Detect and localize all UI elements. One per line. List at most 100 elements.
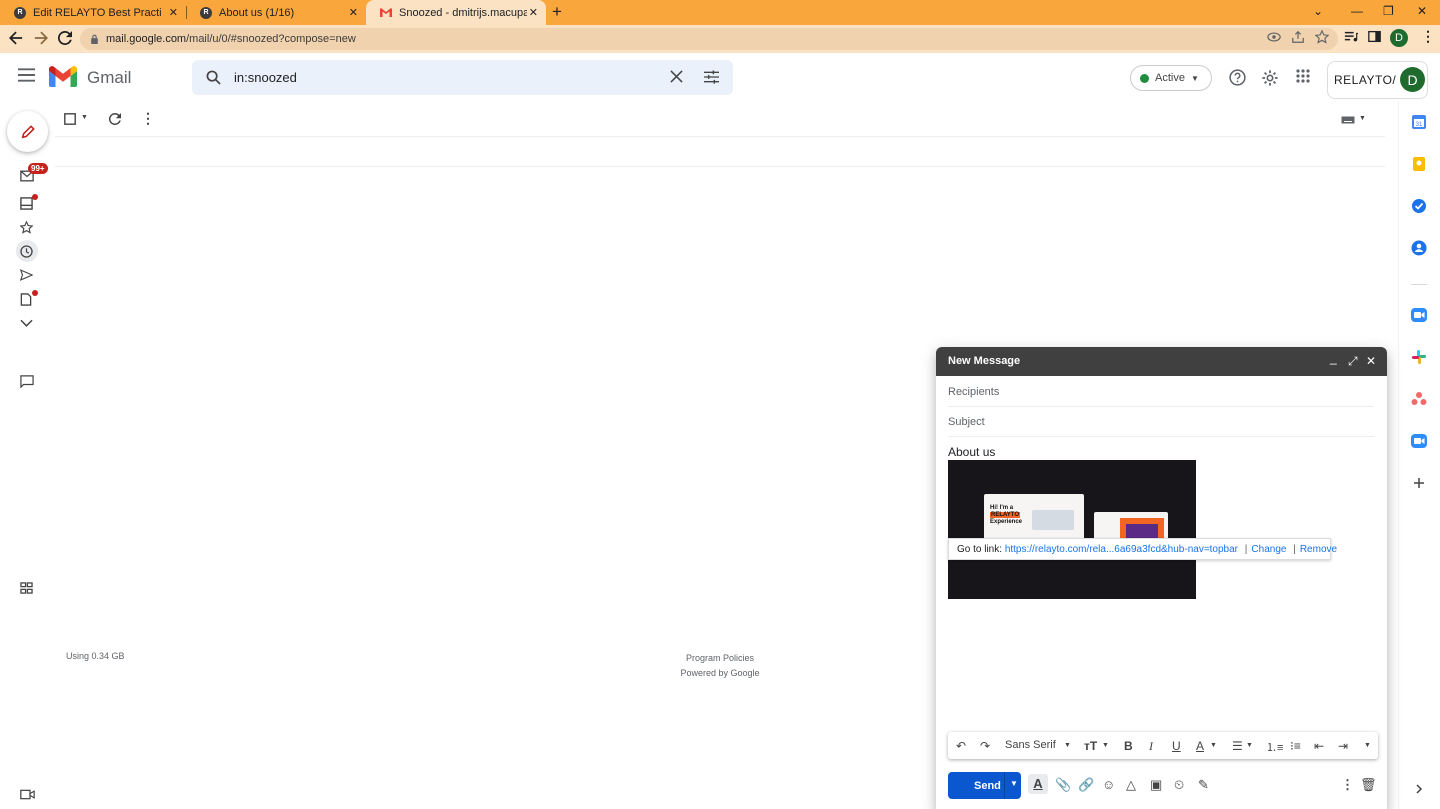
spaces-grid-icon[interactable] xyxy=(20,582,33,594)
minimize-compose-icon[interactable]: _ xyxy=(1330,351,1337,365)
more-formatting-chevron-icon[interactable]: ▼ xyxy=(1364,742,1371,749)
signature-pen-icon[interactable]: ✎ xyxy=(1198,777,1209,793)
add-addon-plus-icon[interactable] xyxy=(1410,474,1428,492)
account-switcher[interactable]: RELAYTO/ D xyxy=(1327,61,1428,99)
google-drive-icon[interactable]: △ xyxy=(1126,777,1136,793)
reload-icon[interactable] xyxy=(58,31,72,45)
underline-icon[interactable]: U xyxy=(1172,739,1181,753)
drafts-icon[interactable] xyxy=(20,293,32,306)
share-icon[interactable] xyxy=(1291,30,1305,44)
tab-search-chevron-icon[interactable]: ⌄ xyxy=(1313,4,1323,18)
fullscreen-compose-icon[interactable]: ⤢ xyxy=(1348,354,1358,369)
align-chevron-icon[interactable]: ▼ xyxy=(1246,742,1253,749)
contacts-icon[interactable] xyxy=(1410,239,1428,257)
starred-icon[interactable] xyxy=(20,221,33,234)
insert-photo-icon[interactable]: ▣ xyxy=(1150,777,1162,793)
main-menu-icon[interactable] xyxy=(18,68,35,82)
italic-icon[interactable]: I xyxy=(1149,739,1153,754)
numbered-list-icon[interactable]: ⒈≡ xyxy=(1266,739,1283,755)
zoom-icon[interactable] xyxy=(1410,432,1428,450)
font-dropdown-chevron-icon[interactable]: ▼ xyxy=(1064,742,1071,749)
indent-less-icon[interactable]: ⇤ xyxy=(1314,739,1324,753)
bulleted-list-icon[interactable]: ⁝≡ xyxy=(1290,739,1301,753)
recipients-field[interactable]: Recipients xyxy=(948,377,1374,407)
bold-icon[interactable]: B xyxy=(1124,739,1133,753)
embedded-image[interactable]: Hi! I'm a RELAYTO Experience xyxy=(948,460,1196,599)
font-family-select[interactable]: Sans Serif xyxy=(1005,739,1056,751)
snoozed-clock-icon[interactable] xyxy=(20,245,33,258)
more-chevron-down-icon[interactable] xyxy=(20,319,33,327)
browser-tab-about-us[interactable]: R About us (1/16) ✕ xyxy=(186,0,366,25)
hide-side-panel-chevron-icon[interactable] xyxy=(1410,780,1428,798)
close-tab-icon[interactable]: ✕ xyxy=(349,6,358,19)
browser-menu-icon[interactable]: ⋮ xyxy=(1421,28,1435,45)
close-tab-icon[interactable]: ✕ xyxy=(169,6,178,19)
insert-emoji-icon[interactable]: ☺ xyxy=(1102,777,1115,792)
attach-file-icon[interactable]: 📎 xyxy=(1055,777,1071,793)
chat-box-icon[interactable] xyxy=(20,197,33,210)
keep-icon[interactable] xyxy=(1410,155,1428,173)
zoom-icon[interactable] xyxy=(1410,306,1428,324)
search-bar[interactable]: in:snoozed xyxy=(192,60,733,95)
font-size-icon[interactable]: тT xyxy=(1084,739,1097,753)
input-tools-chevron-icon[interactable]: ▼ xyxy=(1359,115,1366,122)
discard-draft-trash-icon[interactable]: 🗑 xyxy=(1360,777,1377,793)
undo-icon[interactable]: ↶ xyxy=(956,739,966,753)
browser-tab-relayto-edit[interactable]: R Edit RELAYTO Best Practices for S ✕ xyxy=(0,0,186,25)
send-button[interactable]: Send ▼ xyxy=(948,772,1021,799)
confidential-mode-icon[interactable]: ⏲ xyxy=(1174,777,1184,793)
font-size-chevron-icon[interactable]: ▼ xyxy=(1102,742,1109,749)
text-color-icon[interactable]: A xyxy=(1196,739,1204,753)
account-avatar[interactable]: D xyxy=(1400,67,1425,92)
refresh-icon[interactable] xyxy=(109,113,121,125)
chat-icon[interactable] xyxy=(20,375,34,388)
media-list-icon[interactable] xyxy=(1344,30,1358,44)
close-tab-icon[interactable]: ✕ xyxy=(529,6,538,19)
new-tab-plus-icon[interactable]: + xyxy=(552,2,562,22)
align-icon[interactable]: ☰ xyxy=(1232,739,1243,753)
calendar-icon[interactable]: 31 xyxy=(1410,113,1428,131)
tasks-icon[interactable] xyxy=(1410,197,1428,215)
back-arrow-icon[interactable] xyxy=(9,31,23,45)
compose-button[interactable] xyxy=(7,111,48,152)
redo-icon[interactable]: ↷ xyxy=(980,739,990,753)
meet-video-icon[interactable] xyxy=(20,789,35,800)
slack-icon[interactable] xyxy=(1410,348,1428,366)
forward-arrow-icon[interactable] xyxy=(34,31,48,45)
minimize-window-icon[interactable]: — xyxy=(1351,4,1363,18)
side-panel-icon[interactable] xyxy=(1368,30,1381,43)
schedule-send-chevron-icon[interactable]: ▼ xyxy=(1010,779,1018,788)
subject-field[interactable]: Subject xyxy=(948,407,1374,437)
indent-more-icon[interactable]: ⇥ xyxy=(1338,739,1348,753)
search-icon[interactable] xyxy=(206,70,221,85)
close-window-icon[interactable]: ✕ xyxy=(1417,4,1427,18)
asana-icon[interactable] xyxy=(1410,390,1428,408)
link-remove-button[interactable]: Remove xyxy=(1300,544,1337,555)
more-actions-icon[interactable]: ⋮ xyxy=(141,110,155,127)
program-policies-link[interactable]: Program Policies xyxy=(679,651,761,666)
settings-gear-icon[interactable] xyxy=(1261,69,1279,87)
status-active-button[interactable]: Active ▼ xyxy=(1130,65,1212,91)
select-all-checkbox[interactable] xyxy=(64,113,76,125)
eye-icon[interactable] xyxy=(1267,30,1281,44)
compose-header[interactable]: New Message _ ⤢ ✕ xyxy=(936,347,1387,376)
sent-icon[interactable] xyxy=(20,269,33,281)
link-change-button[interactable]: Change xyxy=(1251,544,1286,555)
url-input[interactable]: mail.google.com/mail/u/0/#snoozed?compos… xyxy=(80,28,1338,50)
search-options-icon[interactable] xyxy=(704,70,719,84)
clear-search-icon[interactable] xyxy=(670,70,683,83)
compose-body-text[interactable]: About us xyxy=(948,445,995,459)
apps-grid-icon[interactable] xyxy=(1296,69,1310,83)
bookmark-star-icon[interactable] xyxy=(1315,30,1329,44)
browser-tab-snoozed[interactable]: Snoozed - dmitrijs.macupa@rela ✕ xyxy=(366,0,546,25)
browser-profile-avatar[interactable]: D xyxy=(1390,29,1408,47)
input-tools-keyboard-icon[interactable] xyxy=(1341,116,1355,124)
select-dropdown-chevron-icon[interactable]: ▼ xyxy=(81,114,88,121)
more-options-icon[interactable]: ⋮ xyxy=(1341,777,1354,793)
gmail-logo-icon[interactable] xyxy=(49,66,77,87)
insert-link-icon[interactable]: 🔗 xyxy=(1078,777,1094,793)
link-url[interactable]: https://relayto.com/rela...6a69a3fcd&hub… xyxy=(1005,544,1238,555)
restore-window-icon[interactable]: ❐ xyxy=(1383,4,1394,18)
close-compose-icon[interactable]: ✕ xyxy=(1366,354,1376,368)
formatting-options-icon[interactable]: A xyxy=(1028,774,1048,794)
